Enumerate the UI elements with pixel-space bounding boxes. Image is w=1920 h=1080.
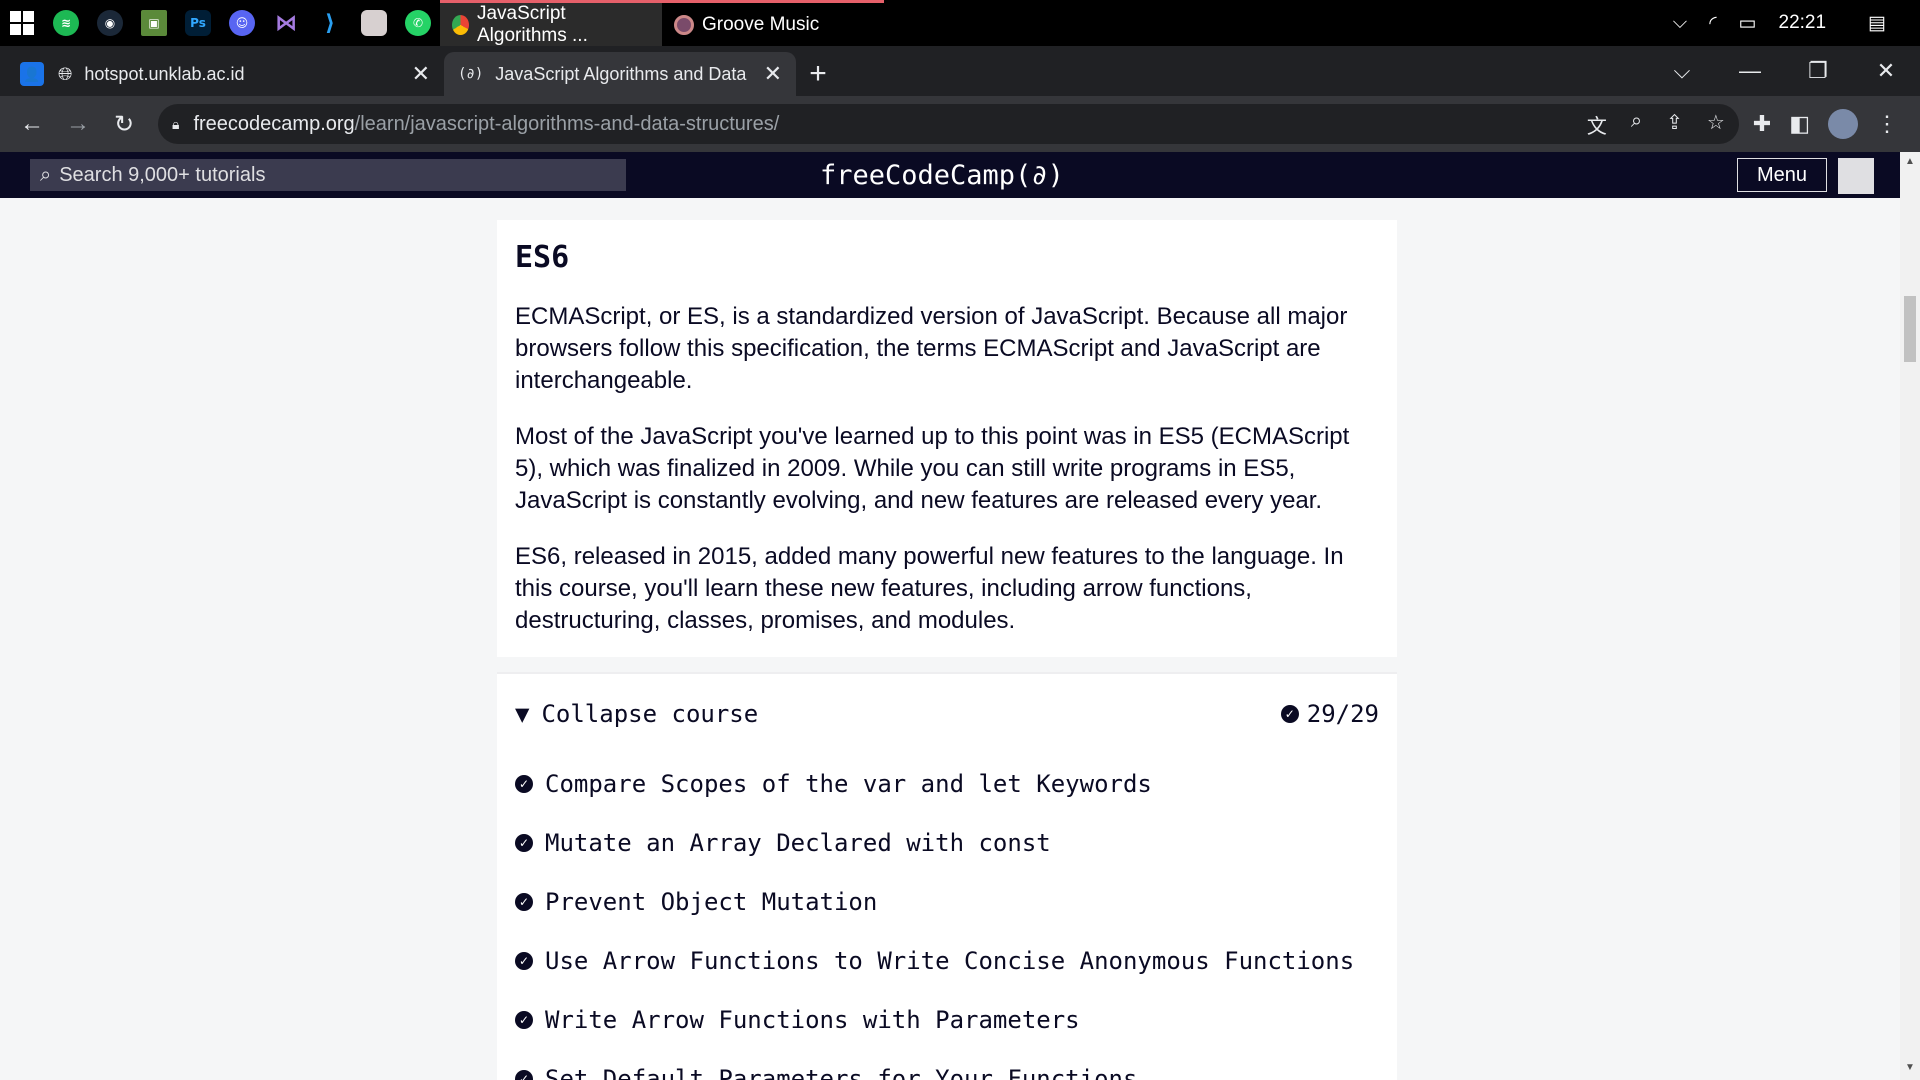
close-window-button[interactable]: ✕ — [1852, 58, 1920, 84]
anime-app-icon[interactable] — [352, 0, 396, 46]
browser-tab-strip: 👤 🌐︎ hotspot.unklab.ac.id ✕ (∂) JavaScri… — [0, 46, 1920, 96]
fcc-favicon-icon: (∂) — [458, 66, 484, 82]
zoom-icon[interactable]: ⌕ — [1631, 110, 1642, 139]
battery-icon[interactable]: ▭ — [1739, 12, 1757, 35]
course-progress: ✓ 29/29 — [1280, 700, 1379, 728]
lesson-link[interactable]: ✓ Use Arrow Functions to Write Concise An… — [515, 931, 1379, 990]
collapse-course-button[interactable]: ▼ Collapse course ✓ 29/29 — [515, 674, 1379, 754]
new-tab-button[interactable]: + — [796, 52, 840, 96]
wifi-icon[interactable]: ◜ — [1709, 12, 1716, 35]
whatsapp-icon[interactable]: ✆ — [396, 0, 440, 46]
lesson-title: Write Arrow Functions with Parameters — [545, 1005, 1080, 1034]
tab-freecodecamp[interactable]: (∂) JavaScript Algorithms and Data S ✕ — [444, 52, 796, 96]
search-icon: ⌕ — [40, 163, 52, 186]
chevron-up-icon[interactable]: ⌵ — [1673, 12, 1687, 34]
windows-logo-icon — [10, 11, 34, 35]
close-tab-icon[interactable]: ✕ — [412, 61, 430, 87]
url-host: freecodecamp.org — [193, 112, 355, 135]
reload-button[interactable]: ↻ — [104, 104, 144, 144]
lesson-title: Prevent Object Mutation — [545, 887, 878, 916]
extensions-icon[interactable]: ✚ — [1753, 111, 1771, 137]
course-paragraph: ECMAScript, or ES, is a standardized ver… — [515, 303, 1348, 394]
lesson-link[interactable]: ✓ Prevent Object Mutation — [515, 872, 1379, 931]
browser-toolbar: ← → ↻ 🔒︎ freecodecamp.org/learn/javascri… — [0, 96, 1920, 152]
user-avatar-icon[interactable] — [1838, 158, 1874, 194]
globe-icon: 🌐︎ — [58, 63, 73, 84]
lesson-title: Mutate an Array Declared with const — [545, 828, 1051, 857]
check-circle-icon: ✓ — [1280, 705, 1299, 723]
notification-icon[interactable]: ▤ — [1868, 12, 1886, 35]
page-scrollbar[interactable]: ▲ ▼ — [1900, 152, 1920, 1080]
more-menu-icon[interactable]: ⋮ — [1876, 111, 1898, 137]
lock-icon: 🔒︎ — [172, 115, 180, 132]
share-icon[interactable]: ⇪ — [1666, 110, 1683, 139]
lesson-link[interactable]: ✓ Mutate an Array Declared with const — [515, 813, 1379, 872]
bookmark-star-icon[interactable]: ☆ — [1707, 110, 1725, 139]
system-tray: ⌵ ◜ ▭ 22:21 ▤ — [1673, 0, 1920, 46]
window-controls: ⌵ — ❐ ✕ — [1648, 46, 1920, 96]
photoshop-icon[interactable]: Ps — [176, 0, 220, 46]
taskbar-task-label: Groove Music — [702, 13, 820, 35]
tab-title: hotspot.unklab.ac.id — [84, 63, 245, 84]
taskbar-task-label: JavaScript Algorithms ... — [476, 2, 588, 46]
check-circle-icon: ✓ — [515, 892, 533, 911]
check-circle-icon: ✓ — [515, 833, 533, 852]
lesson-link[interactable]: ✓ Set Default Parameters for Your Functio… — [515, 1049, 1379, 1080]
restore-button[interactable]: ❐ — [1784, 58, 1852, 84]
check-circle-icon: ✓ — [515, 951, 533, 970]
lesson-link[interactable]: ✓ Write Arrow Functions with Parameters — [515, 990, 1379, 1049]
check-circle-icon: ✓ — [515, 1069, 533, 1080]
search-placeholder: Search 9,000+ tutorials — [59, 163, 266, 186]
fcc-logo[interactable]: freeCodeCamp(∂) — [820, 152, 1064, 198]
check-circle-icon: ✓ — [515, 774, 533, 793]
vscode-icon[interactable]: ⟩ — [308, 0, 352, 46]
course-lessons-card: ▼ Collapse course ✓ 29/29 ✓ Compare Scope… — [497, 674, 1397, 1080]
lesson-title: Set Default Parameters for Your Function… — [545, 1064, 1138, 1080]
lesson-link[interactable]: ✓ Compare Scopes of the var and let Keywo… — [515, 754, 1379, 813]
collapse-label: Collapse course — [541, 700, 759, 728]
windows-start-button[interactable] — [0, 0, 44, 46]
url-path: /learn/javascript-algorithms-and-data-st… — [354, 112, 780, 135]
groove-music-icon — [674, 14, 694, 35]
address-bar[interactable]: 🔒︎ freecodecamp.org/learn/javascript-alg… — [158, 104, 1739, 144]
fcc-navbar: ⌕ Search 9,000+ tutorials freeCodeCamp(∂… — [0, 152, 1900, 198]
lesson-title: Compare Scopes of the var and let Keywor… — [545, 769, 1152, 798]
minimize-button[interactable]: — — [1716, 58, 1784, 84]
minecraft-icon[interactable]: ▣ — [132, 0, 176, 46]
course-paragraph: ES6, released in 2015, added many powerf… — [515, 543, 1344, 634]
taskbar-chrome-task[interactable]: JavaScript Algorithms ... — [440, 0, 662, 46]
forward-button[interactable]: → — [58, 104, 98, 144]
scroll-down-icon[interactable]: ▼ — [1904, 1062, 1916, 1073]
menu-button[interactable]: Menu — [1737, 158, 1827, 192]
course-paragraph: Most of the JavaScript you've learned up… — [515, 423, 1350, 514]
windows-taskbar: ≋ ◉ ▣ Ps ☺ ⋈ ⟩ ✆ JavaScript Algorithms .… — [0, 0, 1920, 46]
steam-icon[interactable]: ◉ — [88, 0, 132, 46]
progress-count: 29/29 — [1306, 700, 1379, 728]
tab-title: JavaScript Algorithms and Data S — [495, 63, 752, 84]
scroll-up-icon[interactable]: ▲ — [1904, 156, 1916, 167]
triangle-down-icon: ▼ — [515, 700, 530, 728]
page-content: ES6 ECMAScript, or ES, is a standardized… — [0, 198, 1900, 1080]
discord-icon[interactable]: ☺ — [220, 0, 264, 46]
side-panel-icon[interactable]: ◧ — [1789, 111, 1810, 137]
course-intro-card: ES6 ECMAScript, or ES, is a standardized… — [497, 220, 1397, 657]
course-title: ES6 — [515, 240, 570, 275]
url-text[interactable]: freecodecamp.org/learn/javascript-algori… — [193, 113, 779, 136]
clock[interactable]: 22:21 — [1779, 12, 1827, 34]
scroll-thumb[interactable] — [1904, 296, 1916, 362]
taskbar-groove-task[interactable]: Groove Music — [662, 0, 884, 46]
chrome-icon — [452, 14, 469, 35]
lesson-title: Use Arrow Functions to Write Concise Ano… — [545, 946, 1355, 975]
tab-search-icon[interactable]: ⌵ — [1648, 58, 1716, 84]
tab-hotspot[interactable]: 🌐︎ hotspot.unklab.ac.id ✕ — [44, 52, 444, 96]
visual-studio-icon[interactable]: ⋈ — [264, 0, 308, 46]
spotify-icon[interactable]: ≋ — [44, 0, 88, 46]
check-circle-icon: ✓ — [515, 1010, 533, 1029]
back-button[interactable]: ← — [12, 104, 52, 144]
translate-icon[interactable]: 文 — [1587, 110, 1607, 139]
close-tab-icon[interactable]: ✕ — [764, 61, 782, 87]
profile-icon[interactable]: 👤 — [20, 62, 44, 86]
profile-avatar-icon[interactable] — [1828, 109, 1858, 139]
search-bar[interactable]: ⌕ Search 9,000+ tutorials — [30, 159, 626, 191]
